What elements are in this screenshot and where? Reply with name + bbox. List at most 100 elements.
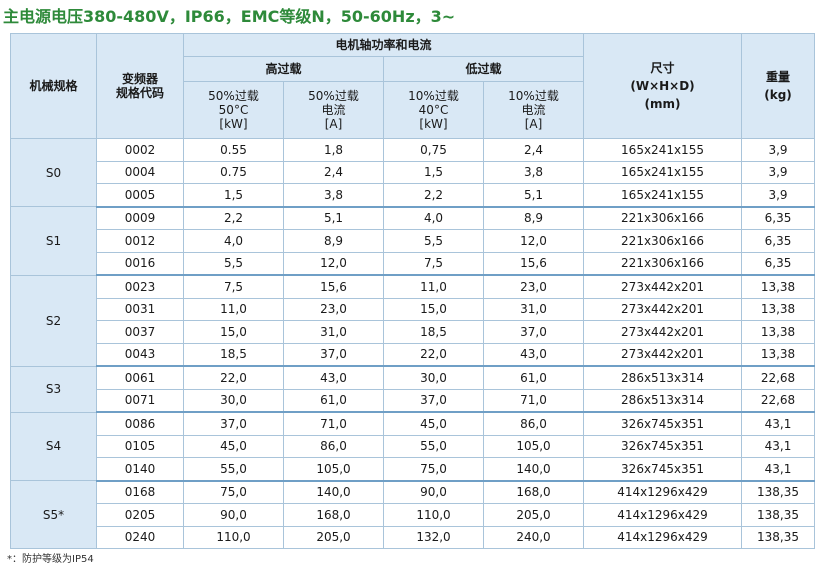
cell-low-power: 15,0	[383, 297, 484, 321]
cell-model: S0	[10, 138, 97, 207]
cell-low-power: 18,5	[383, 320, 484, 344]
cell-high-power: 0.75	[183, 160, 284, 184]
table-row: 0071 30,0 61,0 37,0 71,0 286x513x314 22,68	[11, 388, 816, 413]
cell-low-current: 71,0	[482, 388, 585, 413]
cell-size: 414x1296x429	[583, 525, 743, 549]
cell-low-power: 5,5	[383, 229, 484, 253]
cell-weight: 6,35	[741, 251, 816, 276]
table-row: 0004 0.75 2,4 1,5 3,8 165x241x155 3,9	[11, 160, 816, 184]
cell-code: 0016	[96, 251, 184, 276]
header-size: 尺寸 (W×H×D) (mm)	[583, 33, 743, 139]
cell-high-power: 4,0	[183, 229, 284, 253]
table-row: 0012 4,0 8,9 5,5 12,0 221x306x166 6,35	[11, 229, 816, 253]
cell-weight: 43,1	[741, 411, 816, 436]
cell-code: 0002	[96, 138, 184, 162]
cell-high-power: 0.55	[183, 138, 284, 162]
cell-code: 0168	[96, 480, 184, 504]
cell-high-power: 55,0	[183, 457, 284, 482]
cell-high-current: 12,0	[283, 251, 384, 276]
cell-low-current: 3,8	[482, 160, 585, 184]
cell-code: 0005	[96, 183, 184, 208]
cell-low-power: 7,5	[383, 251, 484, 276]
cell-weight: 138,35	[741, 525, 816, 549]
cell-high-current: 5,1	[283, 206, 384, 230]
cell-weight: 13,38	[741, 320, 816, 344]
cell-high-power: 37,0	[183, 411, 284, 436]
cell-high-current: 105,0	[283, 457, 384, 482]
cell-size: 273x442x201	[583, 297, 743, 321]
header-code: 变频器 规格代码	[96, 33, 184, 139]
cell-high-current: 140,0	[283, 480, 384, 504]
cell-code: 0009	[96, 206, 184, 230]
spec-table-body: S0 0002 0.55 1,8 0,75 2,4 165x241x155 3,9 0004 0.…	[10, 138, 816, 549]
cell-model: S4	[10, 411, 97, 481]
cell-size: 221x306x166	[583, 229, 743, 253]
cell-low-current: 105,0	[482, 434, 585, 458]
cell-high-power: 30,0	[183, 388, 284, 413]
cell-weight: 13,38	[741, 274, 816, 299]
table-row: S0 0002 0.55 1,8 0,75 2,4 165x241x155 3,9	[10, 138, 816, 207]
cell-low-current: 23,0	[482, 274, 585, 299]
cell-size: 221x306x166	[583, 251, 743, 276]
cell-high-power: 1,5	[183, 183, 284, 208]
cell-code: 0023	[96, 274, 184, 299]
cell-weight: 3,9	[741, 183, 816, 208]
cell-code: 0071	[96, 388, 184, 413]
cell-weight: 13,38	[741, 342, 816, 367]
cell-code: 0240	[96, 525, 184, 549]
cell-high-power: 45,0	[183, 434, 284, 458]
cell-low-current: 12,0	[482, 229, 585, 253]
cell-high-current: 2,4	[283, 160, 384, 184]
cell-code: 0105	[96, 434, 184, 458]
cell-model: S2	[10, 274, 97, 367]
cell-high-current: 1,8	[283, 138, 384, 162]
cell-code: 0031	[96, 297, 184, 321]
header-high-power: 50%过载 50°C [kW]	[183, 81, 284, 139]
table-row: 0005 1,5 3,8 2,2 5,1 165x241x155 3,9	[11, 183, 816, 208]
cell-low-current: 31,0	[482, 297, 585, 321]
cell-low-current: 61,0	[482, 365, 585, 390]
cell-low-power: 11,0	[383, 274, 484, 299]
cell-size: 273x442x201	[583, 274, 743, 299]
table-row: 0105 45,0 86,0 55,0 105,0 326x745x351 43,1	[11, 434, 816, 458]
cell-low-current: 43,0	[482, 342, 585, 367]
cell-low-current: 168,0	[482, 480, 585, 504]
cell-low-current: 37,0	[482, 320, 585, 344]
cell-high-current: 37,0	[283, 342, 384, 367]
table-row: S2 0023 7,5 15,6 11,0 23,0 273x442x201 13,38	[10, 274, 816, 367]
spec-table: 机械规格 变频器 规格代码 电机轴功率和电流 尺寸 (W×H×D) (mm) 重…	[10, 33, 816, 549]
cell-code: 0205	[96, 503, 184, 527]
table-row: S4 0086 37,0 71,0 45,0 86,0 326x745x351 43,1	[10, 411, 816, 481]
cell-high-current: 43,0	[283, 365, 384, 390]
cell-low-power: 55,0	[383, 434, 484, 458]
cell-code: 0037	[96, 320, 184, 344]
cell-code: 0086	[96, 411, 184, 436]
cell-low-power: 22,0	[383, 342, 484, 367]
cell-high-current: 15,6	[283, 274, 384, 299]
cell-low-current: 86,0	[482, 411, 585, 436]
cell-high-current: 31,0	[283, 320, 384, 344]
header-low-current: 10%过载 电流 [A]	[482, 81, 585, 139]
page-title: 主电源电压380-480V，IP66，EMC等级N，50-60Hz，3~	[3, 7, 456, 26]
cell-low-current: 140,0	[482, 457, 585, 482]
cell-low-current: 5,1	[482, 183, 585, 208]
cell-size: 326x745x351	[583, 411, 743, 436]
cell-size: 221x306x166	[583, 206, 743, 230]
cell-weight: 13,38	[741, 297, 816, 321]
cell-high-power: 110,0	[183, 525, 284, 549]
cell-high-current: 23,0	[283, 297, 384, 321]
cell-high-current: 168,0	[283, 503, 384, 527]
header-weight: 重量 (kg)	[741, 33, 816, 139]
cell-low-current: 205,0	[482, 503, 585, 527]
cell-code: 0140	[96, 457, 184, 482]
table-row: 0140 55,0 105,0 75,0 140,0 326x745x351 43,1	[11, 457, 816, 482]
cell-model: S3	[10, 365, 97, 413]
cell-low-power: 132,0	[383, 525, 484, 549]
cell-high-power: 75,0	[183, 480, 284, 504]
cell-high-current: 205,0	[283, 525, 384, 549]
table-row: 0037 15,0 31,0 18,5 37,0 273x442x201 13,38	[11, 320, 816, 344]
cell-weight: 3,9	[741, 138, 816, 162]
header-model: 机械规格	[10, 33, 97, 139]
cell-low-power: 4,0	[383, 206, 484, 230]
cell-high-power: 15,0	[183, 320, 284, 344]
